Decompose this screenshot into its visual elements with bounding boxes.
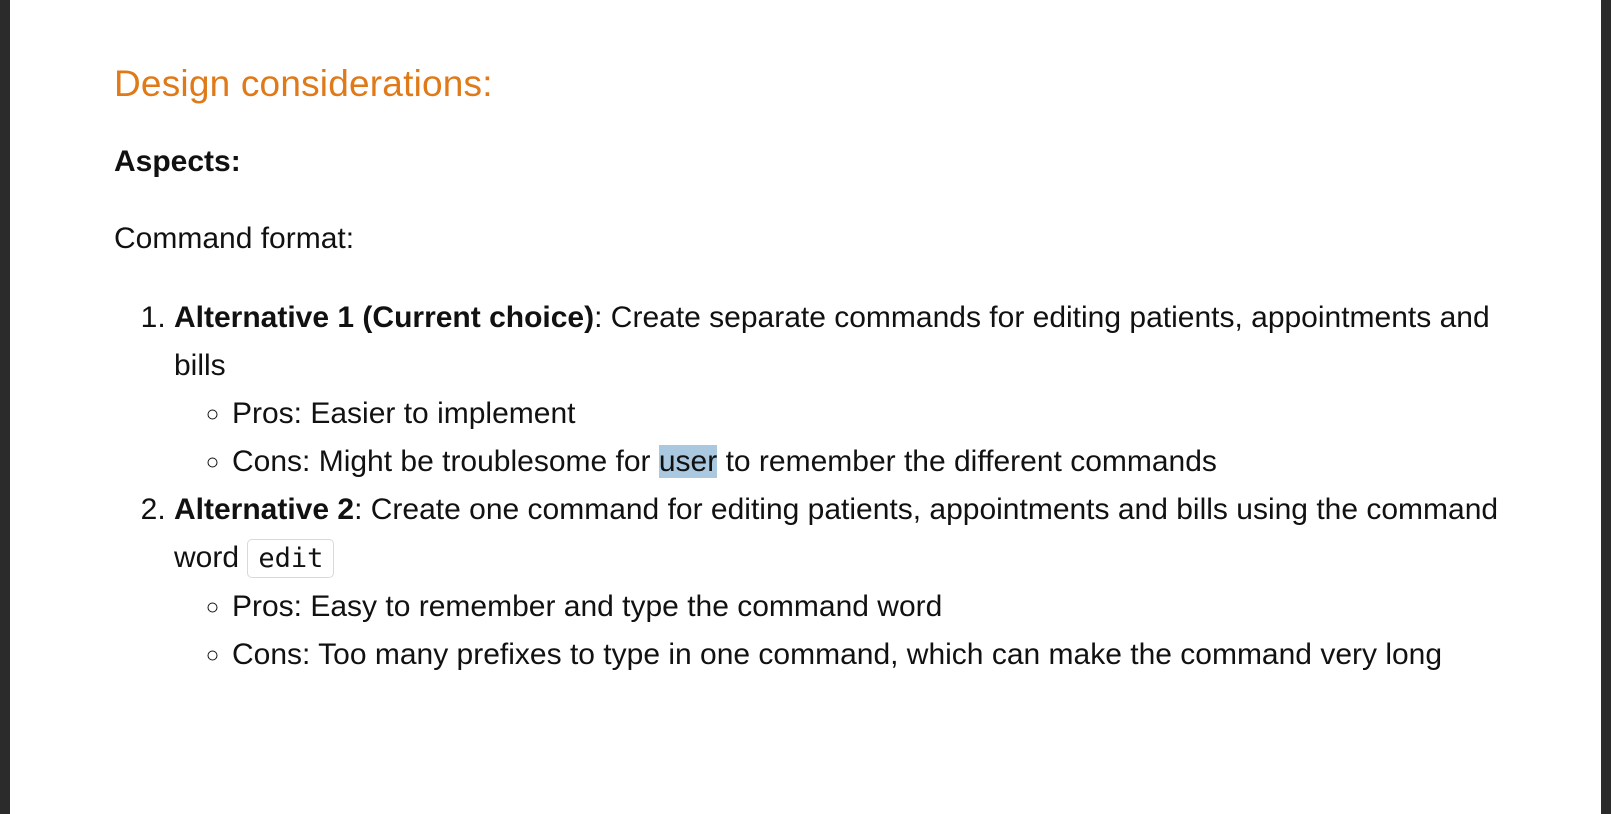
cons-text-after: to remember the different commands <box>717 445 1217 478</box>
inline-code-edit: edit <box>247 539 335 578</box>
alternative-description: Create one command for editing patients,… <box>174 493 1499 574</box>
alternative-item: Alternative 2: Create one command for ed… <box>174 486 1504 679</box>
alternatives-list: Alternative 1 (Current choice): Create s… <box>114 294 1504 679</box>
cons-text: Cons: Too many prefixes to type in one c… <box>232 638 1443 671</box>
alternative-title: Alternative 1 (Current choice) <box>174 301 595 334</box>
pros-item: Pros: Easier to implement <box>232 390 1504 438</box>
document-content: Design considerations: Aspects: Command … <box>114 58 1504 679</box>
pros-cons-list: Pros: Easy to remember and type the comm… <box>174 583 1504 679</box>
document-page: Design considerations: Aspects: Command … <box>10 0 1601 814</box>
command-format-label: Command format: <box>114 222 355 255</box>
pros-cons-list: Pros: Easier to implement Cons: Might be… <box>174 390 1504 486</box>
pros-text: Pros: Easy to remember and type the comm… <box>232 590 943 623</box>
pros-item: Pros: Easy to remember and type the comm… <box>232 583 1504 631</box>
cons-item: Cons: Might be troublesome for user to r… <box>232 438 1504 486</box>
section-heading: Design considerations: <box>114 63 493 104</box>
alternative-item: Alternative 1 (Current choice): Create s… <box>174 294 1504 486</box>
alternative-title: Alternative 2 <box>174 493 355 526</box>
pros-text: Pros: Easier to implement <box>232 397 576 430</box>
selected-text-highlight[interactable]: user <box>658 445 718 478</box>
cons-item: Cons: Too many prefixes to type in one c… <box>232 631 1504 679</box>
cons-text-before: Cons: Might be troublesome for <box>232 445 659 478</box>
aspects-label: Aspects: <box>114 145 241 178</box>
